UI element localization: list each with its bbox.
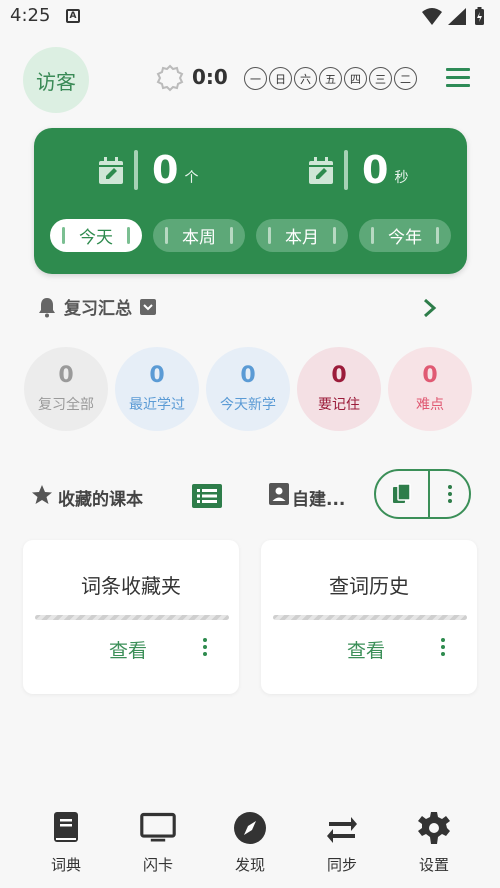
nav-discover[interactable]: 发现 <box>215 810 285 888</box>
nav-label: 发现 <box>234 856 265 874</box>
review-all-button[interactable]: 0 复习全部 <box>24 347 108 431</box>
nav-label: 闪卡 <box>142 856 173 874</box>
monitor-icon <box>140 810 176 846</box>
favorites-card[interactable]: 词条收藏夹 查看 <box>23 540 239 694</box>
status-icons <box>420 6 490 32</box>
study-time-value: 0 <box>362 148 389 192</box>
wifi-icon <box>422 8 442 25</box>
signal-icon <box>448 8 466 25</box>
weekday-circle: 日 <box>269 67 292 90</box>
status-bar: 4:25 A <box>0 0 500 34</box>
collected-textbooks-title: 收藏的课本 <box>58 490 143 510</box>
word-count-value: 0 <box>152 148 179 192</box>
study-time-unit: 秒 <box>394 170 409 186</box>
nav-dictionary[interactable]: 词典 <box>31 810 101 888</box>
tab-label: 今天 <box>79 228 113 248</box>
tab-today[interactable]: 今天 <box>50 219 142 252</box>
card-progress-bar <box>35 615 229 620</box>
nav-flashcards[interactable]: 闪卡 <box>123 810 193 888</box>
review-circles: 0 复习全部 0 最近学过 0 今天新学 0 要记住 0 难点 <box>24 347 472 431</box>
status-time: 4:25 <box>10 5 51 26</box>
calendar-edit-icon <box>309 157 333 184</box>
review-label: 要记住 <box>318 397 360 413</box>
word-count-stat: 0 个 <box>98 150 198 190</box>
review-label: 今天新学 <box>220 397 276 413</box>
score-display: 0:0 <box>192 65 228 89</box>
more-options-button[interactable] <box>430 471 469 517</box>
nav-label: 同步 <box>326 856 357 874</box>
card-more-icon[interactable] <box>199 638 211 656</box>
tab-this-week[interactable]: 本周 <box>153 219 245 252</box>
review-count: 0 <box>240 363 256 388</box>
star-icon <box>30 483 54 511</box>
recently-studied-button[interactable]: 0 最近学过 <box>115 347 199 431</box>
view-button[interactable]: 查看 <box>347 636 385 663</box>
compass-icon <box>232 810 268 846</box>
notification-icon: A <box>66 9 80 23</box>
new-today-button[interactable]: 0 今天新学 <box>206 347 290 431</box>
nav-label: 设置 <box>418 856 449 874</box>
review-label: 最近学过 <box>129 397 185 413</box>
nav-settings[interactable]: 设置 <box>399 810 469 888</box>
weekday-circle: 四 <box>344 67 367 90</box>
study-time-stat: 0 秒 <box>308 150 408 190</box>
bell-icon <box>39 297 55 317</box>
weekday-circle: 二 <box>394 67 417 90</box>
collections-row: 收藏的课本 自建... <box>30 469 476 521</box>
weekday-circle: 五 <box>319 67 342 90</box>
avatar[interactable]: 访客 <box>23 47 89 113</box>
tab-label: 今年 <box>388 228 422 248</box>
period-tabs: 今天 本周 本月 今年 <box>50 219 451 252</box>
tab-label: 本周 <box>182 228 216 248</box>
dropdown-toggle-icon[interactable] <box>140 298 156 315</box>
card-title: 词条收藏夹 <box>81 574 181 598</box>
badge-icon <box>156 64 184 96</box>
review-label: 难点 <box>416 397 444 413</box>
chevron-right-icon[interactable] <box>422 297 438 323</box>
tab-this-month[interactable]: 本月 <box>256 219 348 252</box>
split-action-button <box>374 469 471 519</box>
weekday-streak: 一 日 六 五 四 三 二 <box>244 67 417 90</box>
review-summary-title: 复习汇总 <box>64 299 132 319</box>
calendar-edit-icon <box>99 157 123 184</box>
review-label: 复习全部 <box>38 397 94 413</box>
word-count-unit: 个 <box>184 170 199 186</box>
card-more-icon[interactable] <box>437 638 449 656</box>
weekday-circle: 三 <box>369 67 392 90</box>
difficult-button[interactable]: 0 难点 <box>388 347 472 431</box>
nav-sync[interactable]: 同步 <box>307 810 377 888</box>
review-count: 0 <box>331 363 347 388</box>
bottom-nav: 词典 闪卡 发现 同步 设置 <box>0 810 500 888</box>
stats-card: 0 个 0 秒 今天 本周 本月 今年 <box>34 128 467 274</box>
review-count: 0 <box>422 363 438 388</box>
tab-label: 本月 <box>285 228 319 248</box>
battery-icon <box>475 7 484 25</box>
review-count: 0 <box>58 363 74 388</box>
sync-arrows-icon <box>324 810 360 846</box>
weekday-circle: 六 <box>294 67 317 90</box>
menu-icon[interactable] <box>446 68 470 88</box>
copy-button[interactable] <box>376 471 430 517</box>
copy-icon <box>393 483 411 503</box>
history-card[interactable]: 查词历史 查看 <box>261 540 477 694</box>
book-icon <box>48 810 84 846</box>
review-count: 0 <box>149 363 165 388</box>
card-title: 查词历史 <box>329 574 409 598</box>
must-remember-button[interactable]: 0 要记住 <box>297 347 381 431</box>
nav-label: 词典 <box>50 856 81 874</box>
card-progress-bar <box>273 615 467 620</box>
gear-icon <box>416 810 452 846</box>
contact-card-icon[interactable] <box>268 482 290 510</box>
list-icon[interactable] <box>192 484 222 508</box>
self-built-label[interactable]: 自建... <box>292 485 345 510</box>
weekday-circle: 一 <box>244 67 267 90</box>
tab-this-year[interactable]: 今年 <box>359 219 451 252</box>
view-button[interactable]: 查看 <box>109 636 147 663</box>
review-summary-header[interactable]: 复习汇总 <box>36 294 156 319</box>
